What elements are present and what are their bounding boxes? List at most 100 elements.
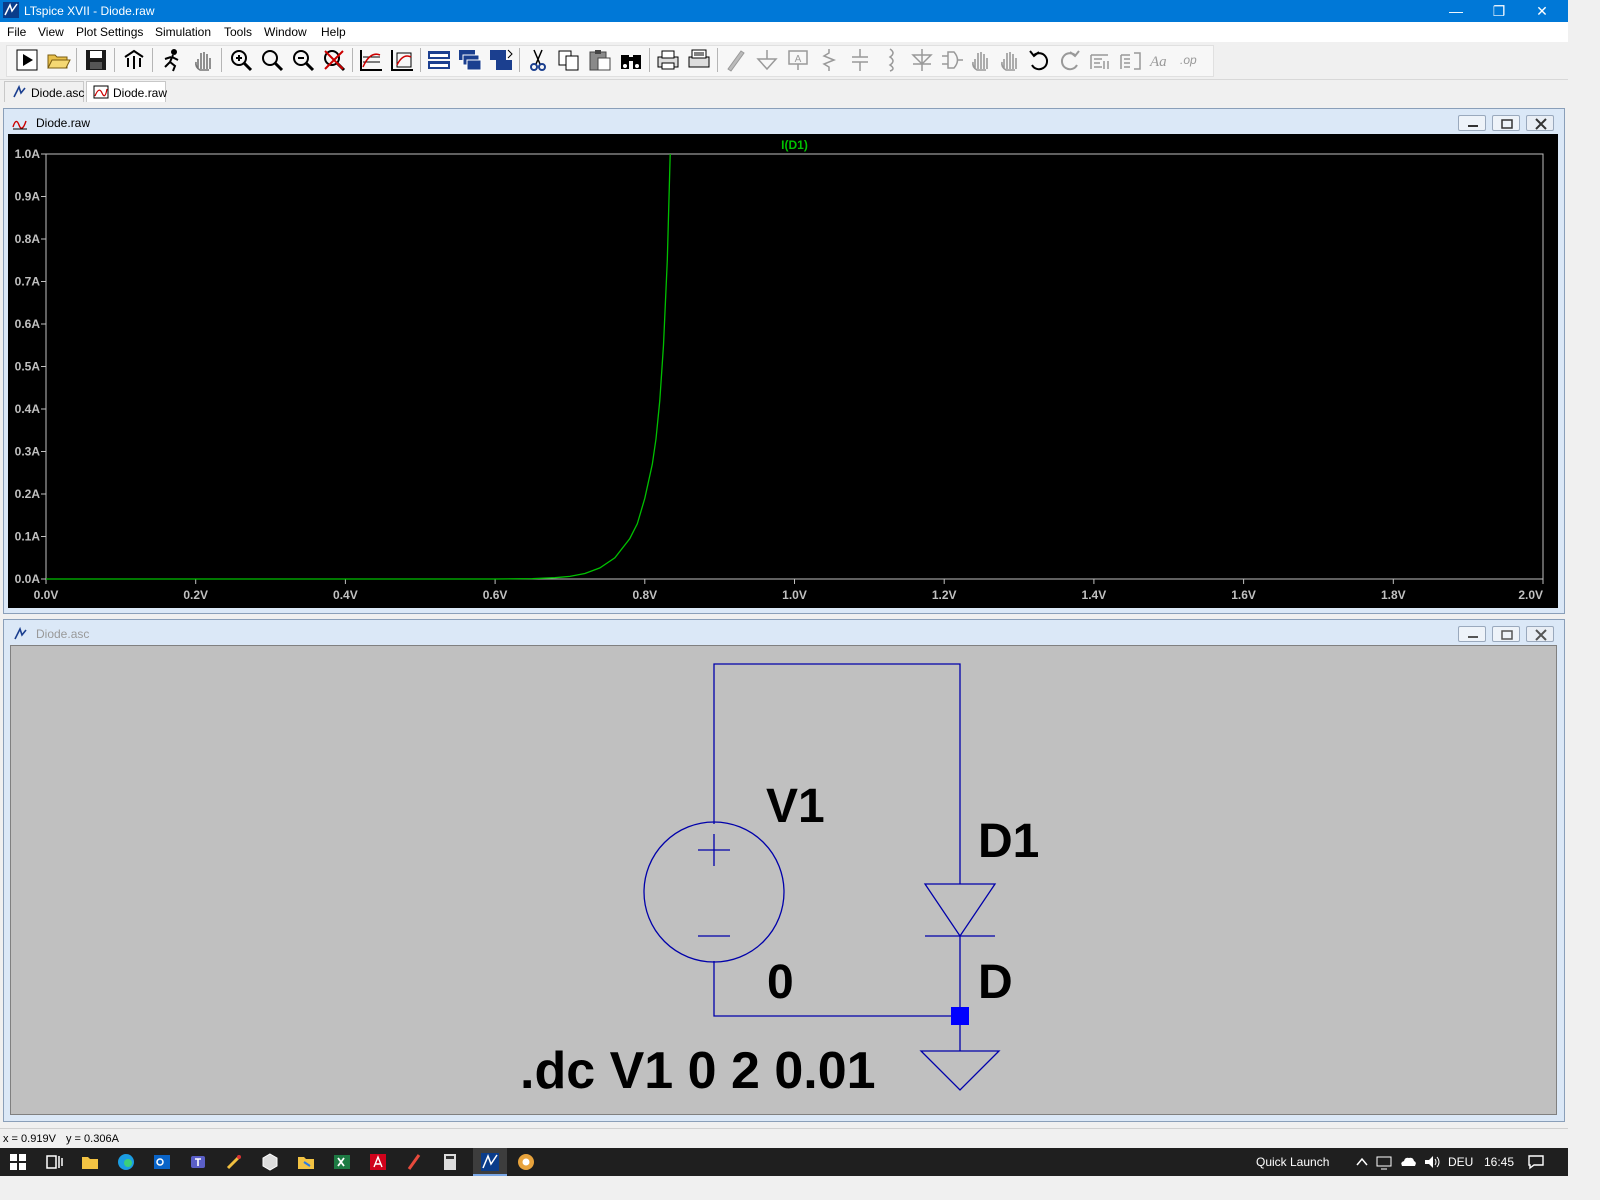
zoom-area-icon[interactable] (259, 47, 285, 73)
open-icon[interactable] (45, 47, 71, 73)
plot-window-title: Diode.raw (36, 116, 91, 130)
menu-window[interactable]: Window (264, 25, 307, 39)
windows-taskbar: Quick Launch DEU 16:45 (0, 1148, 1568, 1176)
control-panel-icon[interactable] (121, 47, 147, 73)
schematic-canvas[interactable]: V1 D1 0 D .dc V1 0 2 0.01 (10, 645, 1557, 1115)
print-icon[interactable] (655, 47, 681, 73)
capacitor-icon[interactable] (847, 47, 873, 73)
cascade-icon[interactable] (457, 47, 483, 73)
diode-model-label[interactable]: D (978, 956, 1013, 1009)
teams-icon[interactable] (188, 1152, 208, 1172)
plot-close-button[interactable] (1526, 115, 1554, 131)
clock[interactable]: 16:45 (1484, 1155, 1514, 1169)
schematic-maximize-button[interactable] (1492, 626, 1520, 642)
windows-start-icon[interactable] (8, 1152, 28, 1172)
edge-icon[interactable] (116, 1152, 136, 1172)
tab-diode-raw[interactable]: Diode.raw (86, 81, 167, 102)
package-icon[interactable] (260, 1152, 280, 1172)
restore-button[interactable]: ❐ (1477, 0, 1521, 22)
trace-i-d1[interactable] (46, 153, 671, 580)
plot-minimize-button[interactable] (1458, 115, 1486, 131)
x-tick-label: 1.0V (782, 588, 807, 602)
wire-bottom[interactable] (713, 936, 961, 1017)
inductor-icon[interactable] (878, 47, 904, 73)
print-preview-icon[interactable] (686, 47, 712, 73)
trace-label[interactable]: I(D1) (781, 138, 808, 152)
calculator-icon[interactable] (440, 1152, 460, 1172)
paste-icon[interactable] (587, 47, 613, 73)
window-title: LTspice XVII - Diode.raw (24, 4, 155, 18)
circuit-node[interactable] (951, 1007, 969, 1025)
autorange-icon[interactable] (358, 47, 384, 73)
volume-icon[interactable] (1422, 1152, 1442, 1172)
minimize-button[interactable]: — (1434, 0, 1478, 22)
tile-horizontal-icon[interactable] (426, 47, 452, 73)
chevron-up-icon[interactable] (1352, 1152, 1372, 1172)
language-indicator[interactable]: DEU (1448, 1155, 1473, 1169)
menu-view[interactable]: View (38, 25, 64, 39)
label-net-icon[interactable]: A (785, 47, 811, 73)
resistor-icon[interactable] (816, 47, 842, 73)
spice-directive-icon[interactable]: .op (1178, 47, 1204, 73)
source-value-label[interactable]: 0 (767, 956, 794, 1009)
svg-text:.op: .op (1180, 53, 1197, 67)
close-button[interactable]: ✕ (1520, 0, 1564, 22)
mirror-icon[interactable] (1118, 47, 1144, 73)
quick-launch-label[interactable]: Quick Launch (1256, 1155, 1329, 1169)
task-view-icon[interactable] (44, 1152, 64, 1172)
component-icon[interactable] (938, 47, 964, 73)
plot-maximize-button[interactable] (1492, 115, 1520, 131)
diode-icon[interactable] (909, 47, 935, 73)
drag-icon[interactable] (996, 47, 1022, 73)
tab-diode-asc[interactable]: Diode.asc (4, 81, 84, 102)
network-icon[interactable] (1374, 1152, 1394, 1172)
undo-icon[interactable] (1026, 47, 1052, 73)
x-tick-label: 1.8V (1381, 588, 1406, 602)
outlook-icon[interactable] (152, 1152, 172, 1172)
pen-tool-icon[interactable] (404, 1152, 424, 1172)
ground-icon[interactable] (754, 47, 780, 73)
y-tick-label: 0.2A (15, 487, 41, 501)
fit-icon[interactable] (389, 47, 415, 73)
spice-directive-text[interactable]: .dc V1 0 2 0.01 (520, 1042, 876, 1100)
onedrive-icon[interactable] (1398, 1152, 1418, 1172)
text-icon[interactable]: Aa (1148, 47, 1174, 73)
redo-icon[interactable] (1057, 47, 1083, 73)
zoom-out-icon[interactable] (290, 47, 316, 73)
diode-name-label[interactable]: D1 (978, 815, 1039, 868)
chrome-icon[interactable] (516, 1152, 536, 1172)
menu-simulation[interactable]: Simulation (155, 25, 211, 39)
acrobat-icon[interactable] (368, 1152, 388, 1172)
folder-icon[interactable] (296, 1152, 316, 1172)
schematic-close-button[interactable] (1526, 626, 1554, 642)
menu-file[interactable]: File (7, 25, 26, 39)
excel-icon[interactable] (332, 1152, 352, 1172)
run-halt-icon[interactable] (159, 47, 185, 73)
save-icon[interactable] (83, 47, 109, 73)
file-explorer-icon[interactable] (80, 1152, 100, 1172)
cut-icon[interactable] (525, 47, 551, 73)
pan-icon[interactable] (190, 47, 216, 73)
copy-icon[interactable] (556, 47, 582, 73)
ground-symbol[interactable] (919, 1050, 1001, 1091)
move-icon[interactable] (967, 47, 993, 73)
wire-top[interactable] (713, 663, 961, 884)
diode-symbol[interactable] (923, 883, 997, 938)
menu-plot-settings[interactable]: Plot Settings (76, 25, 143, 39)
run-icon[interactable] (14, 47, 40, 73)
zoom-cancel-icon[interactable] (321, 47, 347, 73)
tool-icon[interactable] (224, 1152, 244, 1172)
taskbar-active-app[interactable] (473, 1148, 507, 1176)
source-name-label[interactable]: V1 (766, 780, 825, 833)
rotate-icon[interactable] (1088, 47, 1114, 73)
menu-tools[interactable]: Tools (224, 25, 252, 39)
schematic-minimize-button[interactable] (1458, 626, 1486, 642)
zoom-in-icon[interactable] (228, 47, 254, 73)
notifications-icon[interactable] (1526, 1152, 1546, 1172)
menu-help[interactable]: Help (321, 25, 346, 39)
tile-vertical-icon[interactable] (488, 47, 514, 73)
wire-icon[interactable] (723, 47, 749, 73)
voltage-source-symbol[interactable] (643, 821, 785, 963)
waveform-plot[interactable]: 0.0V 0.2V 0.4V 0.6V 0.8V 1.0V 1.2V 1.4V 1.6V 1.8V… (8, 134, 1558, 608)
find-icon[interactable] (618, 47, 644, 73)
